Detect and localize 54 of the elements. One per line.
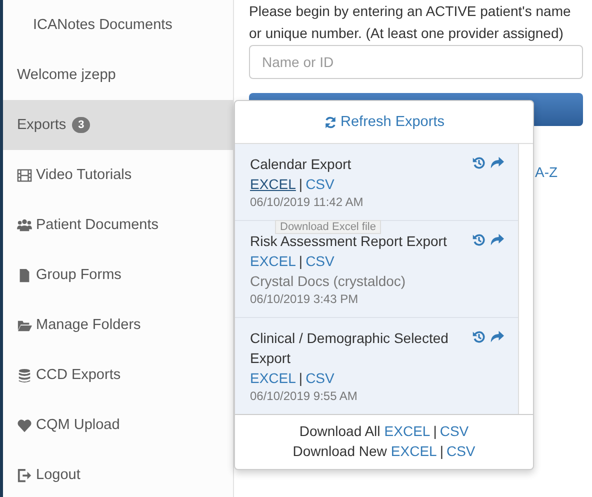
sort-link[interactable]: A-Z <box>535 164 558 180</box>
sidebar-item: ICANotes Documents <box>32 16 174 35</box>
download-link[interactable]: EXCEL <box>250 176 296 192</box>
users-icon <box>17 218 32 232</box>
database-icon <box>17 368 32 382</box>
sidebar-item[interactable]: CCD Exports <box>3 350 233 400</box>
export-title: Risk Assessment Report Export <box>250 232 447 251</box>
separator-text: | <box>432 423 438 439</box>
history-icon[interactable] <box>472 330 486 344</box>
scrollbar-track[interactable] <box>518 144 533 414</box>
heartbeat-icon <box>17 418 32 432</box>
separator-text: | <box>298 253 304 269</box>
sidebar-item[interactable]: Group Forms <box>3 250 233 300</box>
sidebar-item[interactable]: CQM Upload <box>3 400 233 450</box>
sidebar-item[interactable]: Logout <box>3 450 233 497</box>
refresh-link[interactable]: Refresh Exports <box>324 114 444 130</box>
download-link[interactable]: CSV <box>306 176 334 192</box>
tooltip: Download Excel file <box>275 220 381 234</box>
download-link[interactable]: CSV <box>306 370 334 386</box>
download-link[interactable]: EXCEL <box>250 370 296 386</box>
download-label: Download All <box>299 423 380 439</box>
export-date: 06/10/2019 9:55 AM <box>250 388 358 405</box>
separator-text: | <box>298 176 304 192</box>
file-icon <box>17 268 32 282</box>
search-field[interactable]: Name or ID <box>249 45 583 79</box>
logout-icon <box>17 468 32 482</box>
separator-text: | <box>438 443 444 459</box>
export-user: Crystal Docs (crystaldoc) <box>250 272 407 291</box>
download-link[interactable]: EXCEL <box>250 253 296 269</box>
count-badge: 3 <box>72 117 90 133</box>
download-link[interactable]: EXCEL <box>390 443 437 459</box>
export-title: Calendar Export <box>250 155 352 174</box>
separator-text: | <box>298 370 304 386</box>
export-date: 06/10/2019 11:42 AM <box>250 194 364 211</box>
download-link[interactable]: CSV <box>306 253 334 269</box>
export-title: Clinical / Demographic Selected Export <box>250 329 450 368</box>
share-arrow-icon[interactable] <box>490 233 504 247</box>
sidebar-item: Welcome jzepp <box>16 66 117 85</box>
sidebar-item[interactable]: Video Tutorials <box>3 150 233 200</box>
download-label: Download New <box>292 443 387 459</box>
sidebar-item[interactable]: Patient Documents <box>3 200 233 250</box>
export-date: 06/10/2019 3:43 PM <box>250 291 360 308</box>
film-icon <box>17 168 32 182</box>
sidebar-item[interactable]: Manage Folders <box>3 300 233 350</box>
download-link[interactable]: CSV <box>446 443 476 459</box>
sidebar-item[interactable]: Exports 3 <box>3 100 233 150</box>
history-icon[interactable] <box>472 233 486 247</box>
share-arrow-icon[interactable] <box>490 330 504 344</box>
share-arrow-icon[interactable] <box>490 156 504 170</box>
download-link[interactable]: CSV <box>440 423 469 439</box>
instruction-text: Please begin by entering an ACTIVE patient's name or unique number. (At least one provider assigned) <box>249 2 572 43</box>
refresh-icon <box>324 116 337 128</box>
history-icon[interactable] <box>472 156 486 170</box>
download-link[interactable]: EXCEL <box>384 423 430 439</box>
